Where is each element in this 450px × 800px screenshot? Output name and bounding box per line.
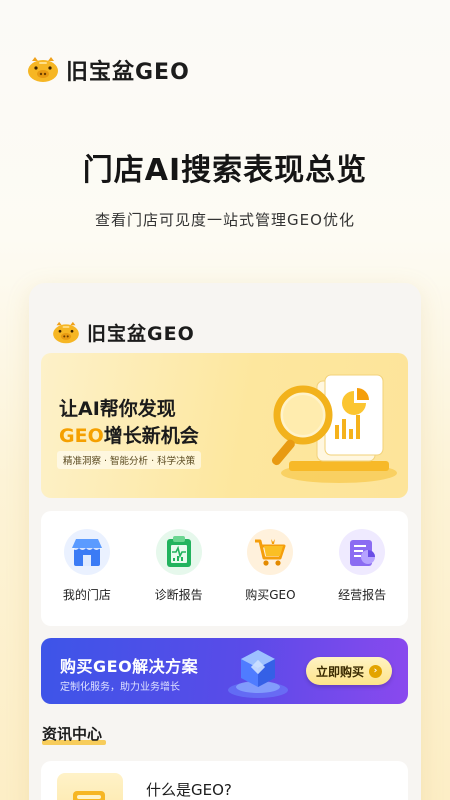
menu-item-business-report[interactable]: 经营报告 xyxy=(322,529,402,603)
news-item-title: 什么是GEO? xyxy=(146,781,232,799)
menu-item-my-store[interactable]: 我的门店 xyxy=(47,529,127,603)
banner-accent-text: GEO xyxy=(59,425,104,447)
magnifier-report-illustration-icon xyxy=(259,369,399,487)
app-brand-header: 旧宝盆GEO xyxy=(51,319,195,346)
menu-item-diagnosis-report[interactable]: 诊断报告 xyxy=(139,529,219,603)
banner-headline: 让AI帮你发现 xyxy=(59,398,176,420)
shopping-cart-icon xyxy=(247,529,294,575)
banner-headline-rest: 增长新机会 xyxy=(103,425,199,447)
banner-headline-2: GEO增长新机会 xyxy=(59,421,199,448)
brand-header: 旧宝盆GEO xyxy=(26,54,190,86)
news-section-title: 资讯中心 xyxy=(42,725,103,743)
buy-geo-promo-banner[interactable]: 购买GEO解决方案 定制化服务，助力业务增长 立即购买 › xyxy=(41,638,408,704)
app-preview-card: 旧宝盆GEO 让AI帮你发现 GEO增长新机会 精准洞察 · 智能分析 · 科学… xyxy=(29,283,421,800)
buy-now-button[interactable]: 立即购买 › xyxy=(306,657,392,685)
cube-platform-illustration-icon xyxy=(223,642,293,702)
quick-menu: 我的门店 诊断报告 购买GEO 经营报告 xyxy=(41,511,408,626)
piggy-bank-logo-icon xyxy=(26,56,60,84)
hero-banner[interactable]: 让AI帮你发现 GEO增长新机会 精准洞察 · 智能分析 · 科学决策 xyxy=(41,353,408,498)
news-thumbnail-icon xyxy=(57,773,123,800)
diagnosis-report-icon xyxy=(155,529,202,575)
buy-now-label: 立即购买 xyxy=(315,664,364,679)
app-brand-name: 旧宝盆GEO xyxy=(87,323,195,345)
chevron-right-icon: › xyxy=(369,664,382,678)
menu-label: 经营报告 xyxy=(338,588,387,602)
promo-title: 购买GEO解决方案 xyxy=(60,657,199,676)
news-list-item[interactable]: 什么是GEO? xyxy=(41,761,408,800)
banner-tags: 精准洞察 · 智能分析 · 科学决策 xyxy=(57,451,202,469)
page-title: 门店AI搜索表现总览 xyxy=(82,153,368,188)
menu-label: 购买GEO xyxy=(245,588,296,602)
promo-subtitle: 定制化服务，助力业务增长 xyxy=(60,682,180,693)
store-icon xyxy=(63,529,110,575)
business-report-icon xyxy=(339,529,386,575)
brand-name: 旧宝盆GEO xyxy=(66,60,190,85)
menu-label: 诊断报告 xyxy=(154,588,203,602)
page-subtitle: 查看门店可见度一站式管理GEO优化 xyxy=(95,211,355,229)
menu-item-buy-geo[interactable]: 购买GEO xyxy=(230,529,310,603)
menu-label: 我的门店 xyxy=(62,588,111,602)
piggy-bank-logo-icon xyxy=(51,321,81,345)
